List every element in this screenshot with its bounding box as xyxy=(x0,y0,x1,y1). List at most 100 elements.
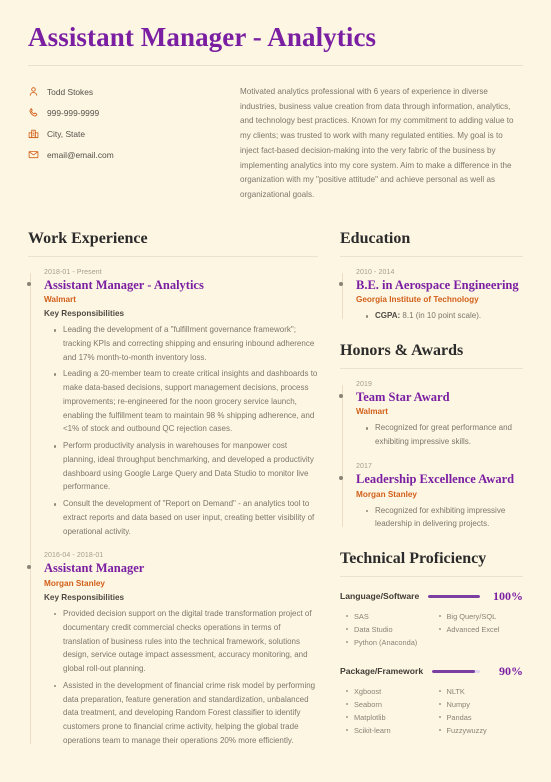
section-divider xyxy=(28,255,318,257)
section-work-experience: Work Experience 2018-01 - Present Assist… xyxy=(26,229,318,748)
cgpa-label: CGPA: xyxy=(375,311,401,321)
entry-subheading: Key Responsibilities xyxy=(44,593,125,603)
entry-date: 2017 xyxy=(356,462,372,470)
timeline-dot-icon xyxy=(338,475,343,480)
list-item: Xgboost xyxy=(346,686,431,698)
entry-bullets: Leading the development of a "fulfillmen… xyxy=(44,323,318,538)
contact-item-location: City, State xyxy=(28,128,228,139)
skill-percent: 90% xyxy=(499,663,523,678)
skill-items-right: NLTK Numpy Pandas Fuzzywuzzy xyxy=(438,686,524,738)
professional-summary: Motivated analytics professional with 6 … xyxy=(240,87,514,200)
section-heading: Education xyxy=(340,229,411,247)
honor-entry: 2019 Team Star Award Walmart Recognized … xyxy=(338,380,523,449)
entry-organization: Walmart xyxy=(356,407,388,417)
email-icon xyxy=(28,149,39,160)
entry-bullets: CGPA: 8.1 (in 10 point scale). xyxy=(356,309,523,323)
section-divider xyxy=(340,255,523,257)
honors-timeline: 2019 Team Star Award Walmart Recognized … xyxy=(338,380,523,532)
contact-email-text: email@email.com xyxy=(47,149,114,160)
education-timeline: 2010 - 2014 B.E. in Aerospace Engineerin… xyxy=(338,268,523,323)
skill-name: Package/Framework xyxy=(340,666,424,677)
building-icon xyxy=(28,128,39,139)
skill-block-language-software: Language/Software 100% SAS Data Studio P… xyxy=(340,589,523,650)
work-entry: 2018-01 - Present Assistant Manager - An… xyxy=(26,268,318,539)
list-item: Python (Anaconda) xyxy=(346,637,431,649)
skill-progress-bar xyxy=(428,595,480,598)
list-item: Seaborn xyxy=(346,699,431,711)
entry-organization: Georgia Institute of Technology xyxy=(356,295,479,305)
list-item: Assisted in the development of financial… xyxy=(54,679,318,748)
contact-list: Todd Stokes 999-999-9999 City, State ema… xyxy=(28,84,228,170)
skill-header: Package/Framework 90% xyxy=(340,664,523,679)
entry-title: Team Star Award xyxy=(356,389,450,404)
contact-phone-text: 999-999-9999 xyxy=(47,107,100,118)
list-item: Provided decision support on the digital… xyxy=(54,607,318,676)
entry-date: 2019 xyxy=(356,380,372,388)
right-column: Education 2010 - 2014 B.E. in Aerospace … xyxy=(338,229,523,766)
skill-items: Xgboost Seaborn Matplotlib Scikit-learn … xyxy=(340,686,523,738)
header-body: Todd Stokes 999-999-9999 City, State ema… xyxy=(28,84,523,203)
list-item: Perform productivity analysis in warehou… xyxy=(54,439,318,494)
entry-title: B.E. in Aerospace Engineering xyxy=(356,277,519,292)
list-item: Recognized for exhibiting impressive lea… xyxy=(366,504,523,532)
skill-progress-fill xyxy=(432,670,476,673)
list-item: Leading the development of a "fulfillmen… xyxy=(54,323,318,364)
list-item: Recognized for great performance and exh… xyxy=(366,421,523,449)
skill-progress-bar xyxy=(432,670,480,673)
education-entry: 2010 - 2014 B.E. in Aerospace Engineerin… xyxy=(338,268,523,323)
skill-percent: 100% xyxy=(493,588,523,603)
header-divider xyxy=(28,65,523,67)
skill-block-package-framework: Package/Framework 90% Xgboost Seaborn Ma… xyxy=(340,664,523,738)
entry-date: 2018-01 - Present xyxy=(44,268,102,276)
entry-bullets: Recognized for exhibiting impressive lea… xyxy=(356,504,523,532)
entry-organization: Walmart xyxy=(44,295,76,305)
honor-entry: 2017 Leadership Excellence Award Morgan … xyxy=(338,462,523,532)
entry-date: 2016-04 - 2018-01 xyxy=(44,552,104,560)
timeline-dot-icon xyxy=(26,281,31,286)
list-item: CGPA: 8.1 (in 10 point scale). xyxy=(366,309,523,323)
timeline-dot-icon xyxy=(26,565,31,570)
resume-page: Assistant Manager - Analytics Todd Stoke… xyxy=(0,0,551,782)
contact-name-text: Todd Stokes xyxy=(47,86,94,97)
entry-organization: Morgan Stanley xyxy=(356,489,417,499)
list-item: Data Studio xyxy=(346,624,431,636)
skill-items-left: Xgboost Seaborn Matplotlib Scikit-learn xyxy=(346,686,431,738)
work-entry: 2016-04 - 2018-01 Assistant Manager Morg… xyxy=(26,552,318,748)
skill-name: Language/Software xyxy=(340,591,420,602)
cgpa-value: 8.1 (in 10 point scale). xyxy=(400,311,482,321)
entry-subheading: Key Responsibilities xyxy=(44,309,125,319)
contact-item-name: Todd Stokes xyxy=(28,86,228,97)
entry-bullets: Provided decision support on the digital… xyxy=(44,607,318,748)
skill-header: Language/Software 100% xyxy=(340,589,523,604)
list-item: Advanced Excel xyxy=(438,624,524,636)
left-column: Work Experience 2018-01 - Present Assist… xyxy=(26,229,318,766)
contact-item-phone: 999-999-9999 xyxy=(28,107,228,118)
entry-title: Assistant Manager - Analytics xyxy=(44,277,204,292)
entry-bullets: Recognized for great performance and exh… xyxy=(356,421,523,449)
list-item: Pandas xyxy=(438,712,524,724)
list-item: Numpy xyxy=(438,699,524,711)
section-honors-awards: Honors & Awards 2019 Team Star Award Wal… xyxy=(338,341,523,532)
section-heading: Honors & Awards xyxy=(340,341,464,359)
section-divider xyxy=(340,575,523,577)
section-education: Education 2010 - 2014 B.E. in Aerospace … xyxy=(338,229,523,323)
entry-organization: Morgan Stanley xyxy=(44,579,105,589)
skill-items: SAS Data Studio Python (Anaconda) Big Qu… xyxy=(340,611,523,650)
section-divider xyxy=(340,367,523,369)
contact-location-text: City, State xyxy=(47,128,86,139)
list-item: Matplotlib xyxy=(346,712,431,724)
list-item: Fuzzywuzzy xyxy=(438,725,524,737)
timeline-dot-icon xyxy=(338,281,343,286)
section-heading: Work Experience xyxy=(28,229,148,247)
phone-icon xyxy=(28,107,39,118)
entry-title: Assistant Manager xyxy=(44,561,145,576)
section-heading: Technical Proficiency xyxy=(340,550,487,568)
work-timeline: 2018-01 - Present Assistant Manager - An… xyxy=(26,268,318,748)
list-item: Leading a 20-member team to create criti… xyxy=(54,367,318,436)
person-icon xyxy=(28,86,39,97)
skill-progress-fill xyxy=(428,595,480,598)
entry-date: 2010 - 2014 xyxy=(356,268,395,276)
timeline-dot-icon xyxy=(338,393,343,398)
content-columns: Work Experience 2018-01 - Present Assist… xyxy=(26,229,523,766)
list-item: NLTK xyxy=(438,686,524,698)
